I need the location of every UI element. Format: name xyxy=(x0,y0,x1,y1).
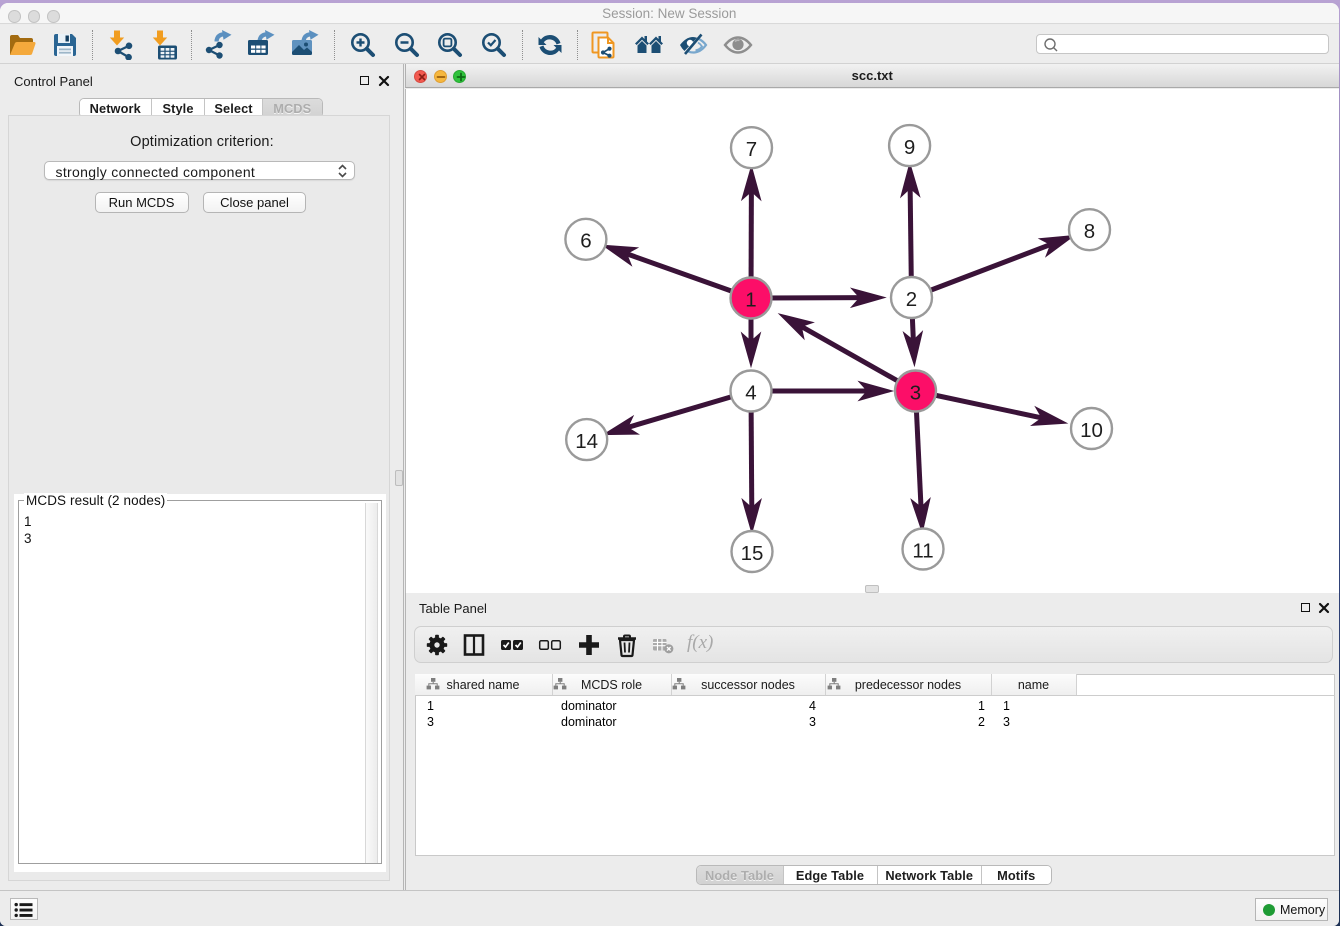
svg-text:6: 6 xyxy=(580,230,591,253)
svg-text:7: 7 xyxy=(746,138,757,161)
svg-text:4: 4 xyxy=(745,381,756,404)
svg-text:2: 2 xyxy=(906,288,917,311)
svg-text:9: 9 xyxy=(904,136,915,159)
svg-text:14: 14 xyxy=(575,430,598,453)
svg-text:10: 10 xyxy=(1080,419,1103,442)
svg-text:3: 3 xyxy=(910,381,921,404)
svg-text:15: 15 xyxy=(741,542,764,565)
svg-text:8: 8 xyxy=(1084,220,1095,243)
svg-text:1: 1 xyxy=(745,288,756,311)
svg-text:11: 11 xyxy=(912,539,933,562)
